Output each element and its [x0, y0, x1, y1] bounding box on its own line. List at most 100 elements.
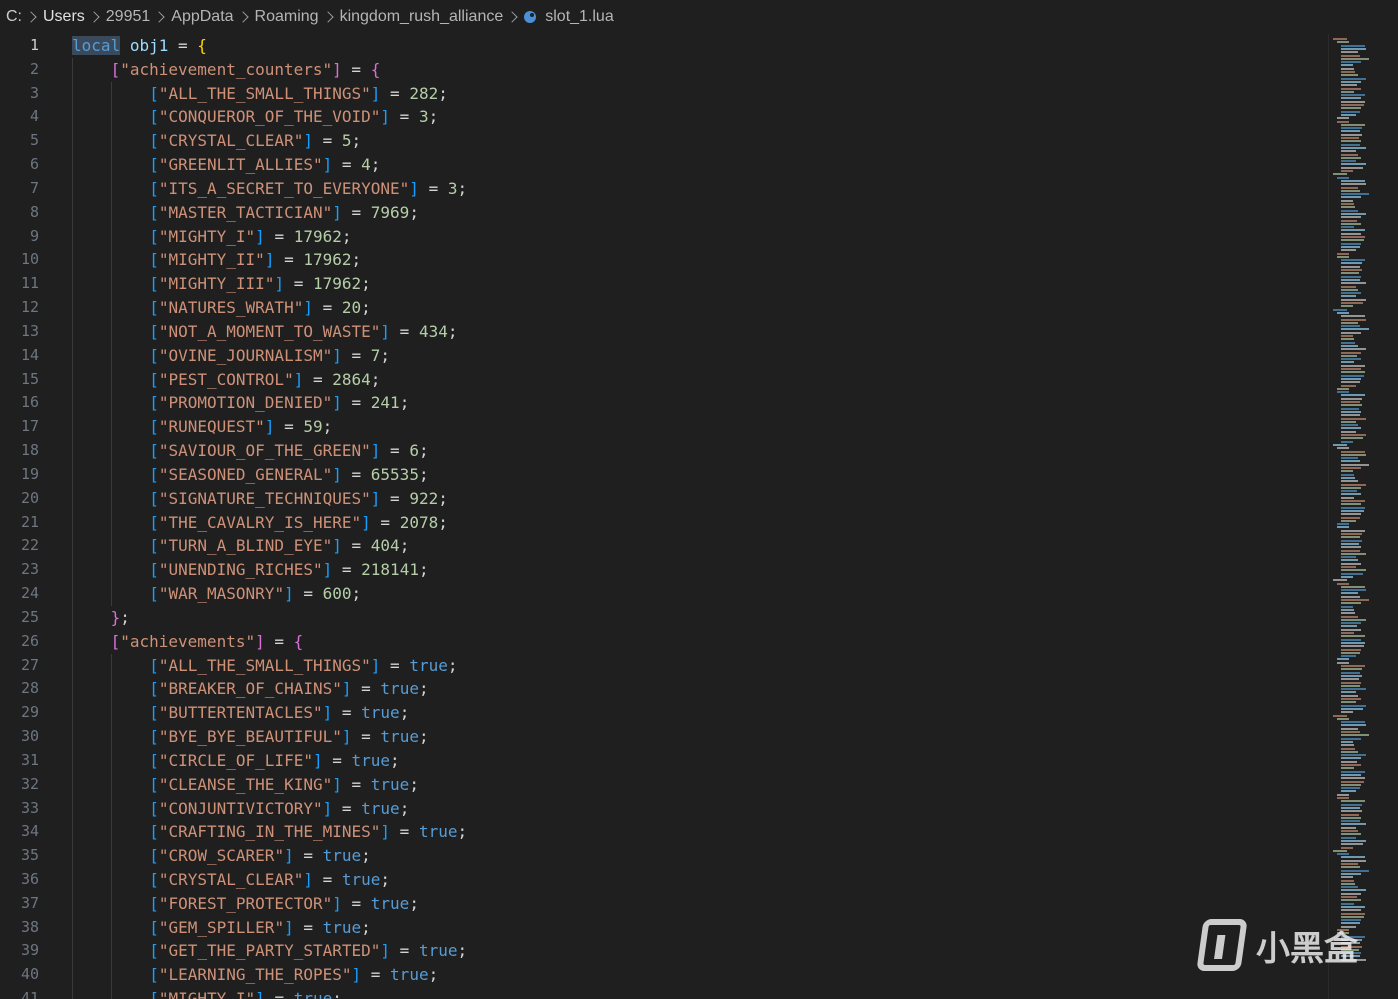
code-line[interactable]: ["CONJUNTIVICTORY"] = true;: [72, 796, 1327, 821]
code-line[interactable]: ["THE_CAVALRY_IS_HERE"] = 2078;: [72, 510, 1327, 535]
breadcrumb-segment[interactable]: C:: [6, 8, 22, 26]
indent-guide: [110, 677, 112, 702]
minimap-line: [1341, 602, 1361, 605]
breadcrumb-segment[interactable]: Users: [43, 8, 85, 26]
breadcrumb-file[interactable]: slot_1.lua: [524, 8, 614, 26]
code-line[interactable]: ["MIGHTY_I"] = true;: [72, 987, 1327, 999]
chevron-right-icon: [153, 11, 165, 23]
breadcrumb-segment[interactable]: 29951: [106, 8, 151, 26]
code-line[interactable]: ["SIGNATURE_TECHNIQUES"] = 922;: [72, 486, 1327, 511]
table-value: true: [293, 989, 333, 999]
semicolon: ;: [409, 202, 419, 222]
code-line[interactable]: ["FOREST_PROTECTOR"] = true;: [72, 891, 1327, 916]
table-key: MASTER_TACTICIAN: [168, 202, 323, 222]
code-line[interactable]: ["RUNEQUEST"] = 59;: [72, 415, 1327, 440]
quote: ": [312, 155, 323, 175]
minimap-line: [1341, 348, 1366, 351]
code-area[interactable]: local obj1 = {["achievement_counters"] =…: [72, 34, 1327, 999]
minimap-line: [1341, 209, 1358, 212]
code-line[interactable]: ["OVINE_JOURNALISM"] = 7;: [72, 343, 1327, 368]
assign-operator: =: [390, 107, 419, 127]
table-value: 218141: [361, 560, 419, 580]
code-line[interactable]: ["CRYSTAL_CLEAR"] = 5;: [72, 129, 1327, 154]
code-line[interactable]: ["SAVIOUR_OF_THE_GREEN"] = 6;: [72, 439, 1327, 463]
minimap-line: [1341, 394, 1365, 397]
minimap-line: [1337, 523, 1349, 526]
quote: ": [264, 274, 275, 294]
code-line[interactable]: ["MIGHTY_II"] = 17962;: [72, 248, 1327, 273]
minimap-line: [1341, 71, 1355, 73]
minimap-line: [1341, 648, 1361, 651]
code-line[interactable]: ["CLEANSE_THE_KING"] = true;: [72, 772, 1327, 797]
code-line[interactable]: ["ITS_A_SECRET_TO_EVERYONE"] = 3;: [72, 176, 1327, 201]
minimap-line: [1341, 859, 1366, 862]
indent-guide: [72, 153, 73, 177]
table-value: true: [322, 846, 362, 866]
code-line[interactable]: ["NATURES_WRATH"] = 20;: [72, 296, 1327, 320]
code-line[interactable]: ["CRYSTAL_CLEAR"] = true;: [72, 867, 1327, 892]
minimap-line: [1341, 335, 1353, 337]
quote: ": [361, 488, 371, 508]
code-line[interactable]: ["BREAKER_OF_CHAINS"] = true;: [72, 677, 1327, 702]
code-line[interactable]: ["WAR_MASONRY"] = 600;: [72, 582, 1327, 606]
code-line[interactable]: local obj1 = {: [72, 34, 1327, 58]
code-line[interactable]: };: [72, 605, 1327, 630]
minimap-line: [1341, 358, 1361, 361]
code-line[interactable]: ["CRAFTING_IN_THE_MINES"] = true;: [72, 820, 1327, 845]
code-line[interactable]: ["SEASONED_GENERAL"] = 65535;: [72, 462, 1327, 487]
code-line[interactable]: ["PROMOTION_DENIED"] = 241;: [72, 391, 1327, 416]
code-line[interactable]: ["MASTER_TACTICIAN"] = 7969;: [72, 200, 1327, 225]
code-line[interactable]: ["CONQUEROR_OF_THE_VOID"] = 3;: [72, 105, 1327, 130]
table-key: NOT_A_MOMENT_TO_WASTE: [168, 321, 371, 341]
table-value: true: [370, 774, 410, 794]
minimap-line: [1341, 740, 1353, 743]
table-key: SAVIOUR_OF_THE_GREEN: [168, 441, 362, 461]
indent-guide: [110, 987, 112, 999]
minimap[interactable]: [1328, 34, 1398, 999]
breadcrumb-segment[interactable]: AppData: [171, 8, 233, 26]
minimap-line: [1333, 714, 1347, 717]
line-number: 5: [29, 131, 39, 150]
semicolon: ;: [399, 536, 410, 556]
breadcrumb-segment[interactable]: Roaming: [255, 8, 319, 26]
minimap-line: [1341, 747, 1355, 750]
line-number: 17: [20, 417, 39, 436]
bracket-close: ]: [341, 727, 352, 747]
code-line[interactable]: ["ALL_THE_SMALL_THINGS"] = 282;: [72, 81, 1327, 106]
code-editor[interactable]: 1 2 3 4 5 6 7 8 9 10 11 12 13 14 15 16 17 18 19 20 21 22 23 24 2…: [0, 34, 1398, 999]
line-number: 11: [20, 274, 39, 293]
code-line[interactable]: ["UNENDING_RICHES"] = 218141;: [72, 558, 1327, 583]
bracket-close: ]: [409, 178, 419, 198]
code-line[interactable]: ["GET_THE_PARTY_STARTED"] = true;: [72, 939, 1327, 964]
code-line[interactable]: ["LEARNING_THE_ROPES"] = true;: [72, 963, 1327, 988]
indent-guide: [72, 796, 73, 821]
bracket-close: ]: [312, 750, 323, 770]
code-line[interactable]: ["BYE_BYE_BEAUTIFUL"] = true;: [72, 725, 1327, 749]
code-line[interactable]: ["ALL_THE_SMALL_THINGS"] = true;: [72, 653, 1327, 678]
code-line[interactable]: ["TURN_A_BLIND_EYE"] = 404;: [72, 534, 1327, 559]
code-line[interactable]: ["CROW_SCARER"] = true;: [72, 844, 1327, 868]
bracket-open: [: [149, 83, 159, 103]
code-line[interactable]: ["NOT_A_MOMENT_TO_WASTE"] = 434;: [72, 319, 1327, 344]
code-line[interactable]: ["achievement_counters"] = {: [72, 57, 1327, 82]
table-value: 17962: [312, 274, 362, 294]
code-line[interactable]: ["BUTTERTENTACLES"] = true;: [72, 701, 1327, 726]
minimap-line: [1341, 160, 1356, 163]
minimap-line: [1341, 222, 1361, 225]
breadcrumb-segment[interactable]: kingdom_rush_alliance: [340, 8, 504, 26]
code-line[interactable]: ["GREENLIT_ALLIES"] = 4;: [72, 153, 1327, 177]
code-line[interactable]: ["MIGHTY_III"] = 17962;: [72, 272, 1327, 297]
code-line[interactable]: ["GEM_SPILLER"] = true;: [72, 915, 1327, 940]
bracket-close: ]: [264, 417, 275, 437]
minimap-line: [1341, 153, 1358, 156]
minimap-line: [1341, 645, 1364, 648]
code-line[interactable]: ["achievements"] = {: [72, 629, 1327, 654]
code-line[interactable]: ["CIRCLE_OF_LIFE"] = true;: [72, 748, 1327, 773]
minimap-line: [1341, 206, 1355, 209]
code-line[interactable]: ["MIGHTY_I"] = 17962;: [72, 224, 1327, 249]
indent-guide: [110, 415, 112, 440]
minimap-line: [1341, 803, 1362, 806]
line-number: 2: [29, 59, 39, 78]
code-line[interactable]: ["PEST_CONTROL"] = 2864;: [72, 367, 1327, 392]
chevron-right-icon: [25, 11, 37, 23]
